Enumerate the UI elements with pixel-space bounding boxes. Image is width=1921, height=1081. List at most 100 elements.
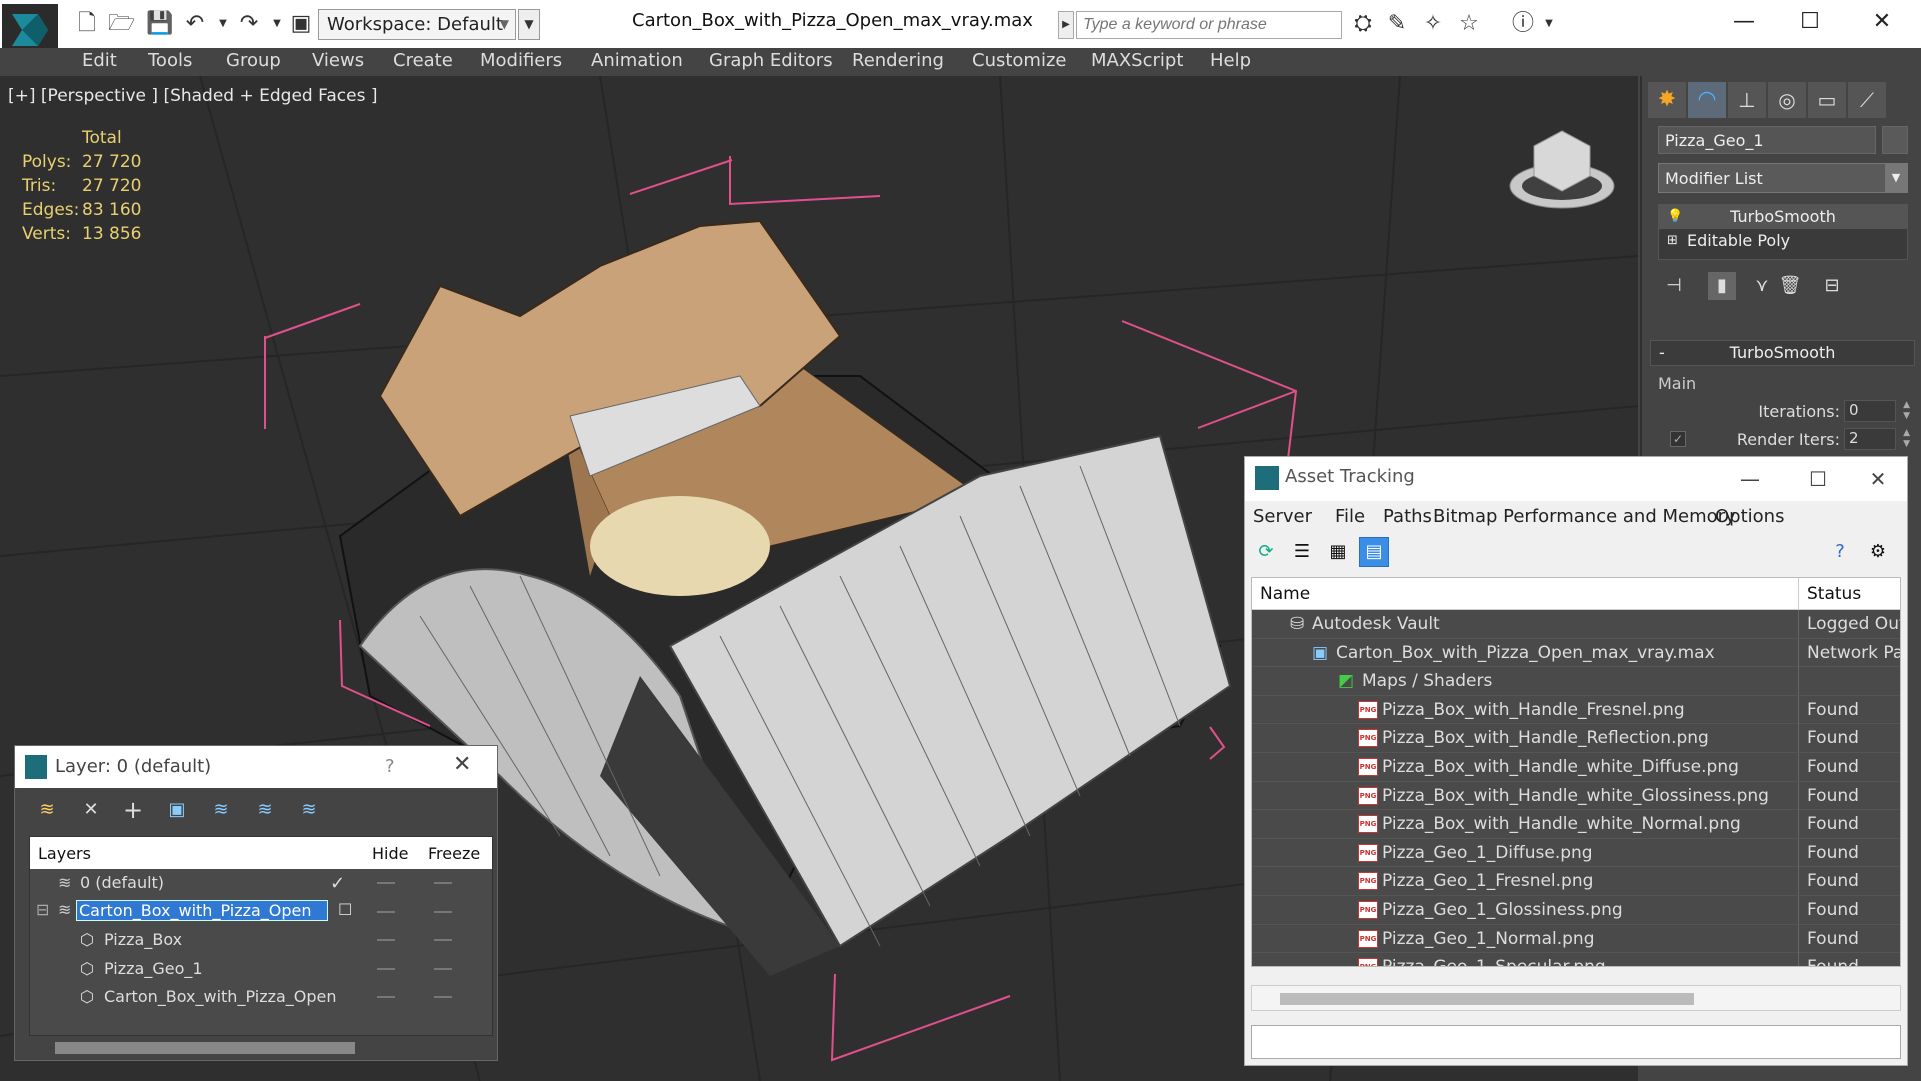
context-help-icon[interactable]: ⚙ — [1863, 537, 1893, 567]
create-tab-icon[interactable]: ✸ — [1648, 82, 1686, 118]
project-folder-icon[interactable]: ▣ — [288, 11, 314, 37]
freeze-toggle[interactable] — [434, 967, 452, 970]
layer-row[interactable]: ⬡ Carton_Box_with_Pizza_Open — [30, 983, 492, 1012]
collapse-icon[interactable]: ⊟ — [34, 900, 51, 919]
new-layer-icon[interactable]: ≋ — [33, 796, 61, 824]
search-expand-icon[interactable]: ▶ — [1058, 11, 1074, 39]
menu-modifiers[interactable]: Modifiers — [480, 50, 562, 71]
menu-animation[interactable]: Animation — [591, 50, 683, 71]
motion-tab-icon[interactable]: ◎ — [1768, 82, 1806, 118]
freeze-toggle[interactable] — [434, 996, 452, 998]
current-layer-check-icon[interactable]: ✓ — [330, 873, 345, 894]
help-query-icon[interactable]: ? — [1825, 537, 1855, 567]
hide-toggle[interactable] — [377, 910, 395, 913]
table-row[interactable]: PNG Pizza_Box_with_Handle_Fresnel.png Fou… — [1252, 695, 1900, 725]
table-row[interactable]: PNG Pizza_Geo_1_Diffuse.png Found — [1252, 838, 1900, 868]
minimize-icon[interactable]: — — [1725, 461, 1775, 497]
display-tab-icon[interactable]: ▭ — [1808, 82, 1846, 118]
layer-row[interactable]: ⊟ ≋ Carton_Box_with_Pizza_Open ☐ — [30, 898, 492, 927]
freeze-toggle[interactable] — [434, 910, 452, 913]
spinner-arrows-icon[interactable]: ▲ ▼ — [1903, 400, 1910, 422]
configure-sets-icon[interactable]: ⊟ — [1818, 272, 1846, 300]
object-color-swatch[interactable] — [1882, 126, 1908, 154]
lightbulb-icon[interactable]: 💡 — [1667, 205, 1683, 229]
app-logo-icon[interactable] — [2, 4, 58, 54]
table-row[interactable]: ◩ Maps / Shaders — [1252, 667, 1900, 696]
hide-freeze-all-icon[interactable]: ≋ — [295, 796, 323, 824]
render-iters-checkbox[interactable]: ✓ — [1670, 431, 1686, 447]
menu-create[interactable]: Create — [393, 50, 453, 71]
menu-paths[interactable]: Paths — [1383, 506, 1432, 527]
wrench-icon[interactable]: ✎ — [1384, 11, 1410, 37]
select-layer-icon[interactable]: ≋ — [207, 796, 235, 824]
stack-item-turbosmooth[interactable]: 💡 TurboSmooth — [1659, 205, 1907, 229]
stack-item-editable-poly[interactable]: ⊞ Editable Poly — [1659, 229, 1907, 253]
menu-help[interactable]: Help — [1210, 50, 1251, 71]
menu-views[interactable]: Views — [312, 50, 364, 71]
help-icon[interactable]: ⓘ — [1510, 11, 1536, 37]
modify-tab-icon[interactable]: ◠ — [1688, 82, 1726, 118]
menu-customize[interactable]: Customize — [972, 50, 1066, 71]
thumbnail-view-icon[interactable]: ▦ — [1323, 537, 1353, 567]
table-row[interactable]: PNG Pizza_Geo_1_Normal.png Found — [1252, 924, 1900, 954]
menu-rendering[interactable]: Rendering — [852, 50, 944, 71]
close-icon[interactable]: ✕ — [1862, 4, 1902, 40]
undo-icon[interactable]: ↶ — [182, 11, 208, 37]
rollout-header[interactable]: - TurboSmooth — [1650, 340, 1915, 366]
menu-edit[interactable]: Edit — [82, 50, 117, 71]
render-iters-spinner[interactable]: 2 — [1844, 428, 1896, 450]
undo-dropdown-icon[interactable]: ▼ — [210, 11, 236, 37]
menu-maxscript[interactable]: MAXScript — [1091, 50, 1183, 71]
table-row[interactable]: PNG Pizza_Box_with_Handle_white_Diffuse.p… — [1252, 752, 1900, 782]
close-icon[interactable]: ✕ — [453, 752, 471, 777]
object-name-field[interactable]: Pizza_Geo_1 — [1658, 126, 1876, 154]
refresh-icon[interactable]: ⟳ — [1251, 537, 1281, 567]
asset-tracking-titlebar[interactable]: Asset Tracking — ☐ ✕ — [1245, 457, 1907, 501]
spinner-arrows-icon[interactable]: ▲ ▼ — [1903, 428, 1910, 450]
binoculars-icon[interactable]: ⛭ — [1350, 11, 1376, 37]
hierarchy-tab-icon[interactable]: ⊥ — [1728, 82, 1766, 118]
column-layers[interactable]: Layers — [38, 844, 91, 863]
menu-server[interactable]: Server — [1253, 506, 1312, 527]
redo-dropdown-icon[interactable]: ▼ — [264, 11, 290, 37]
expand-plus-icon[interactable]: ⊞ — [1667, 229, 1678, 253]
workspace-menu-button[interactable]: ▼ — [518, 9, 540, 40]
subscription-icon[interactable]: ✧ — [1420, 11, 1446, 37]
iterations-spinner[interactable]: 0 — [1844, 400, 1896, 422]
column-freeze[interactable]: Freeze — [428, 844, 480, 863]
table-row[interactable]: PNG Pizza_Geo_1_Glossiness.png Found — [1252, 895, 1900, 925]
maximize-icon[interactable]: ☐ — [1793, 461, 1843, 497]
modifier-list-dropdown[interactable]: Modifier List ▼ — [1658, 163, 1908, 193]
favorites-star-icon[interactable]: ☆ — [1456, 11, 1482, 37]
set-current-layer-icon[interactable]: ≋ — [251, 796, 279, 824]
table-row[interactable]: ▣ Carton_Box_with_Pizza_Open_max_vray.ma… — [1252, 638, 1900, 668]
layer-row[interactable]: ⬡ Pizza_Geo_1 — [30, 955, 492, 984]
column-status[interactable]: Status — [1798, 578, 1861, 610]
horizontal-scrollbar[interactable] — [1251, 985, 1901, 1011]
menu-graph-editors[interactable]: Graph Editors — [709, 50, 833, 71]
table-row[interactable]: ⛁ Autodesk Vault Logged Out — [1252, 610, 1900, 639]
delete-layer-icon[interactable]: ✕ — [77, 796, 105, 824]
new-file-icon[interactable]: 🗋 — [74, 11, 100, 37]
table-row[interactable]: PNG Pizza_Box_with_Handle_Reflection.png … — [1252, 724, 1900, 753]
minimize-icon[interactable]: — — [1724, 4, 1764, 40]
table-view-icon[interactable]: ▤ — [1359, 537, 1389, 567]
menu-options[interactable]: Options — [1715, 506, 1784, 527]
menu-group[interactable]: Group — [226, 50, 281, 71]
layer-row[interactable]: ⬡ Pizza_Box — [30, 926, 492, 955]
redo-icon[interactable]: ↷ — [236, 11, 262, 37]
table-row[interactable]: PNG Pizza_Geo_1_Specular.png Found — [1252, 953, 1900, 966]
close-icon[interactable]: ✕ — [1853, 461, 1903, 497]
column-hide[interactable]: Hide — [372, 844, 408, 863]
hide-toggle[interactable] — [377, 939, 395, 941]
help-dropdown-icon[interactable]: ▼ — [1536, 11, 1562, 37]
viewport-label[interactable]: [+] [Perspective ] [Shaded + Edged Faces… — [8, 86, 377, 106]
save-icon[interactable]: 💾 — [146, 11, 173, 37]
utilities-tab-icon[interactable]: ⟋ — [1848, 82, 1886, 118]
select-objects-icon[interactable]: ▣ — [163, 796, 191, 824]
open-file-icon[interactable]: 🗁 — [108, 11, 135, 37]
menu-tools[interactable]: Tools — [148, 50, 192, 71]
layer-row[interactable]: ≋ 0 (default) ✓ — [30, 869, 492, 898]
table-row[interactable]: PNG Pizza_Geo_1_Fresnel.png Found — [1252, 867, 1900, 896]
maximize-icon[interactable]: ☐ — [1790, 4, 1830, 40]
